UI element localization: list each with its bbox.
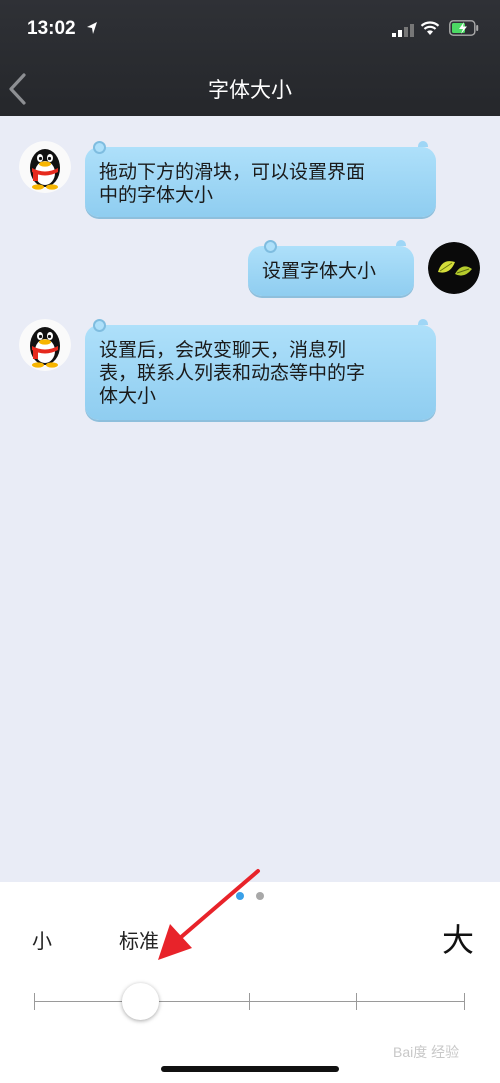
battery-charging-icon xyxy=(449,20,479,36)
message-line: 体大小 xyxy=(99,385,157,407)
label-large: 大 xyxy=(442,921,475,959)
avatar-penguin xyxy=(19,141,71,193)
slider-tick xyxy=(464,993,465,1010)
slider-tick xyxy=(249,993,250,1010)
message-bubble: 设置字体大小 xyxy=(248,240,414,296)
font-size-slider-thumb[interactable] xyxy=(122,983,159,1020)
slider-tick xyxy=(34,993,35,1010)
leaf-avatar-icon xyxy=(428,242,480,294)
message-bubble: 拖动下方的滑块，可以设置界面 中的字体大小 xyxy=(85,141,436,217)
avatar-user xyxy=(428,242,480,294)
status-time: 13:02 xyxy=(27,18,76,39)
message-line: 设置字体大小 xyxy=(262,260,377,282)
penguin-icon xyxy=(19,319,71,371)
message-line: 拖动下方的滑块，可以设置界面 xyxy=(99,161,366,183)
avatar-penguin xyxy=(19,319,71,371)
home-indicator xyxy=(161,1066,339,1072)
wifi-icon xyxy=(420,21,440,35)
annotation-arrow-icon xyxy=(158,869,260,960)
page-title: 字体大小 xyxy=(208,78,292,102)
message-line: 中的字体大小 xyxy=(99,184,214,206)
location-arrow-icon xyxy=(87,22,97,34)
slider-tick xyxy=(356,993,357,1010)
signal-icon xyxy=(392,24,414,37)
label-small: 小 xyxy=(32,929,52,953)
message-bubble: 设置后，会改变聊天，消息列 表，联系人列表和动态等中的字 体大小 xyxy=(85,319,436,420)
watermark: Bai度 经验 xyxy=(393,1044,460,1060)
penguin-icon xyxy=(19,141,71,193)
message-line: 表，联系人列表和动态等中的字 xyxy=(99,362,366,384)
message-line: 设置后，会改变聊天，消息列 xyxy=(99,339,347,361)
top-bar: 13:02 字体大小 xyxy=(0,0,500,116)
